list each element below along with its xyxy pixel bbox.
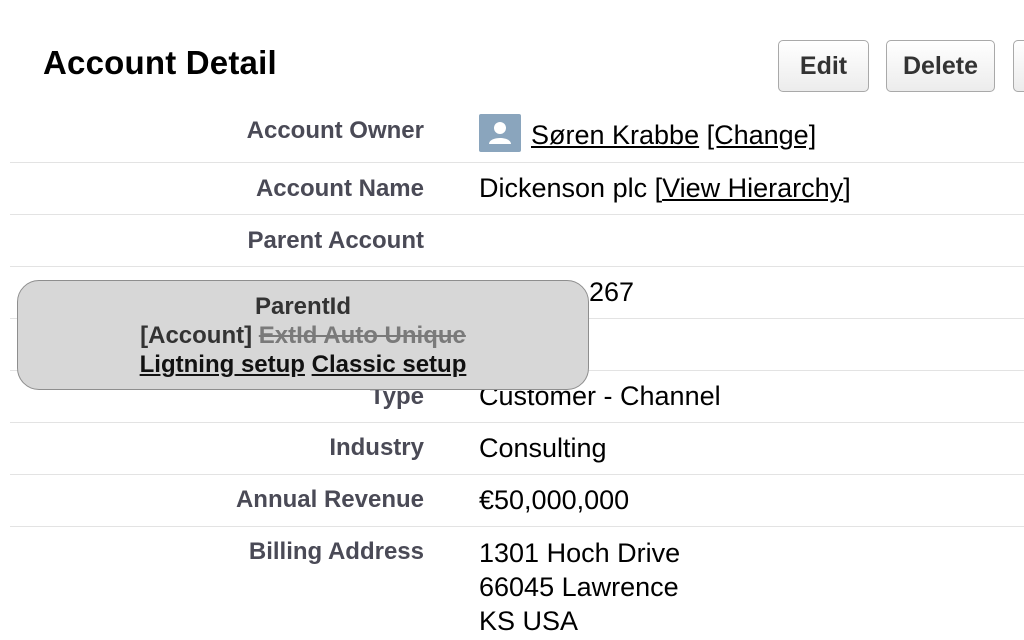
billing-line-1: 1301 Hoch Drive: [479, 538, 681, 568]
parent-account-label: Parent Account: [247, 227, 424, 254]
account-name-value: Dickenson plc [View Hierarchy]: [479, 173, 851, 204]
edit-button[interactable]: Edit: [778, 40, 869, 92]
tooltip-meta: [Account] ExtId Auto Unique: [18, 321, 588, 350]
more-button[interactable]: [1013, 40, 1024, 92]
change-owner-link[interactable]: [Change]: [707, 120, 817, 150]
user-avatar-icon[interactable]: [479, 114, 521, 152]
industry-value: Consulting: [479, 433, 607, 463]
account-number-value: 267: [589, 277, 635, 307]
hierarchy-open-bracket: [: [654, 173, 663, 203]
billing-address-value: 1301 Hoch Drive 66045 Lawrence KS USA: [479, 536, 680, 638]
industry-label: Industry: [329, 434, 424, 461]
lightning-setup-link[interactable]: Ligtning setup: [140, 351, 305, 378]
account-owner-label: Account Owner: [246, 117, 424, 144]
classic-setup-link[interactable]: Classic setup: [312, 351, 467, 378]
billing-address-label: Billing Address: [248, 538, 424, 565]
tooltip-struck-attributes: ExtId Auto Unique: [258, 322, 466, 349]
row-account-owner: Account Owner Søren Krabbe [Change]: [10, 110, 1024, 163]
annual-revenue-label: Annual Revenue: [235, 486, 424, 513]
delete-button[interactable]: Delete: [886, 40, 995, 92]
field-info-tooltip: ParentId [Account] ExtId Auto Unique Lig…: [17, 280, 589, 390]
page-title: Account Detail: [43, 44, 277, 81]
account-owner-link[interactable]: Søren Krabbe: [531, 120, 699, 150]
tooltip-object: [Account]: [140, 322, 253, 349]
row-industry: Industry Consulting: [10, 423, 1024, 475]
annual-revenue-value: €50,000,000: [479, 485, 630, 515]
hierarchy-close-bracket: ]: [843, 173, 851, 203]
account-name-label: Account Name: [255, 175, 424, 202]
account-name-text: Dickenson plc: [479, 173, 648, 203]
row-account-name: Account Name Dickenson plc [View Hierarc…: [10, 163, 1024, 215]
view-hierarchy-link[interactable]: View Hierarchy: [662, 173, 843, 203]
row-annual-revenue: Annual Revenue €50,000,000: [10, 475, 1024, 527]
row-billing-address: Billing Address 1301 Hoch Drive 66045 La…: [10, 527, 1024, 640]
billing-line-2: 66045 Lawrence: [479, 572, 679, 602]
row-parent-account: Parent Account: [10, 215, 1024, 267]
billing-line-3: KS USA: [479, 606, 579, 636]
tooltip-title: ParentId: [254, 293, 352, 320]
account-owner-value: Søren Krabbe [Change]: [479, 114, 817, 156]
tooltip-links: Ligtning setup Classic setup: [18, 350, 588, 379]
account-detail-page: Account Detail Edit Delete Account Owner…: [0, 0, 1024, 640]
